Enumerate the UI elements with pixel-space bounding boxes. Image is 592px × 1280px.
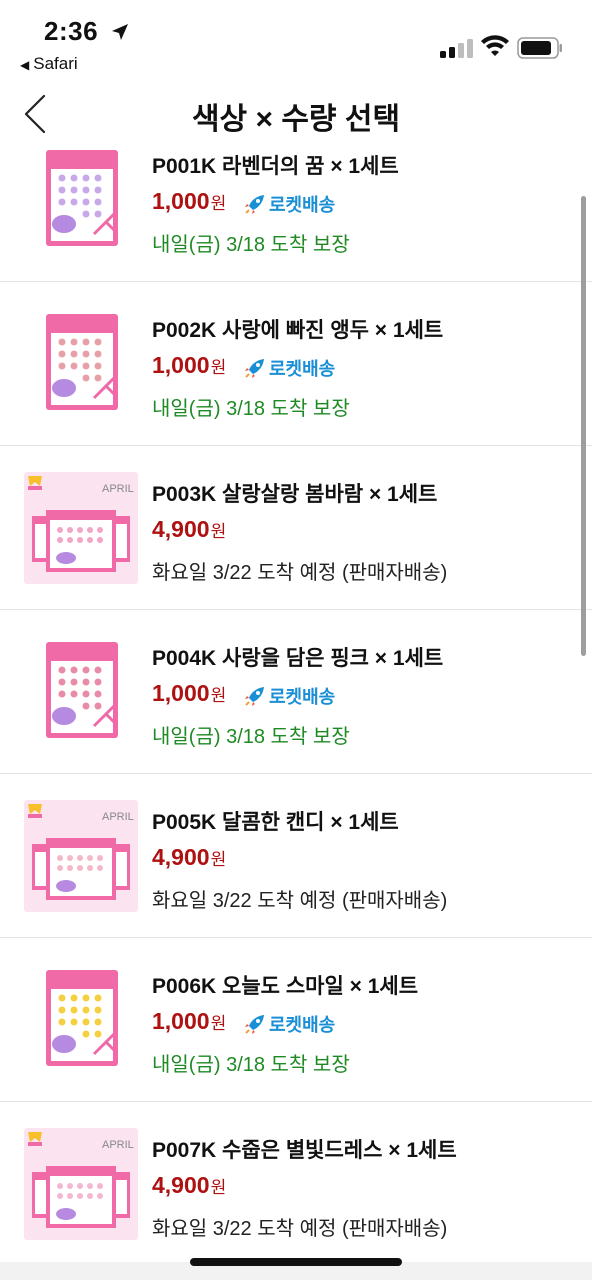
option-price: 4,900원	[152, 1172, 226, 1199]
brand-logo-text: APRIL	[102, 483, 134, 495]
rocket-label: 로켓배송	[269, 359, 336, 379]
rocket-delivery-badge: 로켓배송	[244, 683, 335, 709]
product-thumbnail	[46, 642, 118, 738]
option-item[interactable]: P001K 라벤더의 꿈 × 1세트 1,000원 로켓배송 내일(금) 3/1…	[0, 118, 592, 282]
price-currency: 원	[210, 522, 227, 541]
rocket-icon	[245, 195, 264, 214]
product-thumbnail	[46, 150, 118, 246]
price-currency: 원	[210, 686, 227, 705]
option-name: P004K 사랑을 담은 핑크 × 1세트	[152, 647, 444, 670]
delivery-info: 내일(금) 3/18 도착 보장	[152, 234, 350, 256]
delivery-info: 내일(금) 3/18 도착 보장	[152, 726, 350, 748]
option-name: P005K 달콤한 캔디 × 1세트	[152, 811, 399, 834]
option-item[interactable]: APRIL P007K 수줍은 별빛드레스 × 1세트 4,900원 화요일 3…	[0, 1102, 592, 1266]
price-value: 4,900	[152, 844, 210, 870]
back-triangle-icon: ◀	[20, 58, 30, 72]
option-item[interactable]: P006K 오늘도 스마일 × 1세트 1,000원 로켓배송 내일(금) 3/…	[0, 938, 592, 1102]
price-currency: 원	[210, 194, 227, 213]
option-price: 1,000원	[152, 188, 226, 215]
price-value: 1,000	[152, 352, 210, 378]
option-name: P006K 오늘도 스마일 × 1세트	[152, 975, 419, 998]
delivery-info: 화요일 3/22 도착 예정 (판매자배송)	[152, 1218, 448, 1240]
option-list: P001K 라벤더의 꿈 × 1세트 1,000원 로켓배송 내일(금) 3/1…	[0, 118, 592, 1266]
product-thumbnail: APRIL	[24, 800, 138, 912]
status-bar: 2:36 ◀ Safari	[0, 0, 592, 80]
back-app-label: Safari	[33, 54, 78, 73]
scrollbar[interactable]	[581, 196, 586, 656]
option-price: 1,000원	[152, 680, 226, 707]
battery-icon	[517, 37, 562, 59]
price-currency: 원	[210, 1014, 227, 1033]
home-indicator[interactable]	[190, 1258, 402, 1266]
rocket-delivery-badge: 로켓배송	[244, 355, 335, 381]
option-name: P003K 살랑살랑 봄바람 × 1세트	[152, 483, 438, 506]
option-name: P001K 라벤더의 꿈 × 1세트	[152, 155, 399, 178]
option-name: P007K 수줍은 별빛드레스 × 1세트	[152, 1139, 457, 1162]
option-item[interactable]: APRIL P005K 달콤한 캔디 × 1세트 4,900원 화요일 3/22…	[0, 774, 592, 938]
rocket-label: 로켓배송	[269, 195, 336, 215]
price-value: 1,000	[152, 1008, 210, 1034]
delivery-info: 화요일 3/22 도착 예정 (판매자배송)	[152, 890, 448, 912]
rocket-label: 로켓배송	[269, 1015, 336, 1035]
wifi-icon	[481, 35, 509, 56]
rocket-icon	[245, 687, 264, 706]
rocket-label: 로켓배송	[269, 687, 336, 707]
status-time: 2:36	[44, 16, 99, 46]
price-currency: 원	[210, 850, 227, 869]
price-currency: 원	[210, 358, 227, 377]
option-price: 1,000원	[152, 1008, 226, 1035]
option-price: 4,900원	[152, 844, 226, 871]
price-currency: 원	[210, 1178, 227, 1197]
price-value: 4,900	[152, 1172, 210, 1198]
rocket-icon	[245, 359, 264, 378]
rocket-icon	[245, 1015, 264, 1034]
brand-logo-text: APRIL	[102, 811, 134, 823]
brand-logo-text: APRIL	[102, 1139, 134, 1151]
delivery-info: 화요일 3/22 도착 예정 (판매자배송)	[152, 562, 448, 584]
product-thumbnail: APRIL	[24, 472, 138, 584]
option-item[interactable]: P002K 사랑에 빠진 앵두 × 1세트 1,000원 로켓배송 내일(금) …	[0, 282, 592, 446]
option-item[interactable]: APRIL P003K 살랑살랑 봄바람 × 1세트 4,900원 화요일 3/…	[0, 446, 592, 610]
option-name: P002K 사랑에 빠진 앵두 × 1세트	[152, 319, 444, 342]
option-price: 4,900원	[152, 516, 226, 543]
rocket-delivery-badge: 로켓배송	[244, 1011, 335, 1037]
product-thumbnail	[46, 970, 118, 1066]
option-price: 1,000원	[152, 352, 226, 379]
rocket-delivery-badge: 로켓배송	[244, 191, 335, 217]
price-value: 1,000	[152, 680, 210, 706]
price-value: 1,000	[152, 188, 210, 214]
option-item[interactable]: P004K 사랑을 담은 핑크 × 1세트 1,000원 로켓배송 내일(금) …	[0, 610, 592, 774]
back-to-app-link[interactable]: ◀ Safari	[20, 54, 78, 74]
price-value: 4,900	[152, 516, 210, 542]
product-thumbnail	[46, 314, 118, 410]
location-arrow-icon	[112, 24, 128, 40]
delivery-info: 내일(금) 3/18 도착 보장	[152, 1054, 350, 1076]
cellular-signal-icon	[440, 38, 474, 58]
delivery-info: 내일(금) 3/18 도착 보장	[152, 398, 350, 420]
product-thumbnail: APRIL	[24, 1128, 138, 1240]
